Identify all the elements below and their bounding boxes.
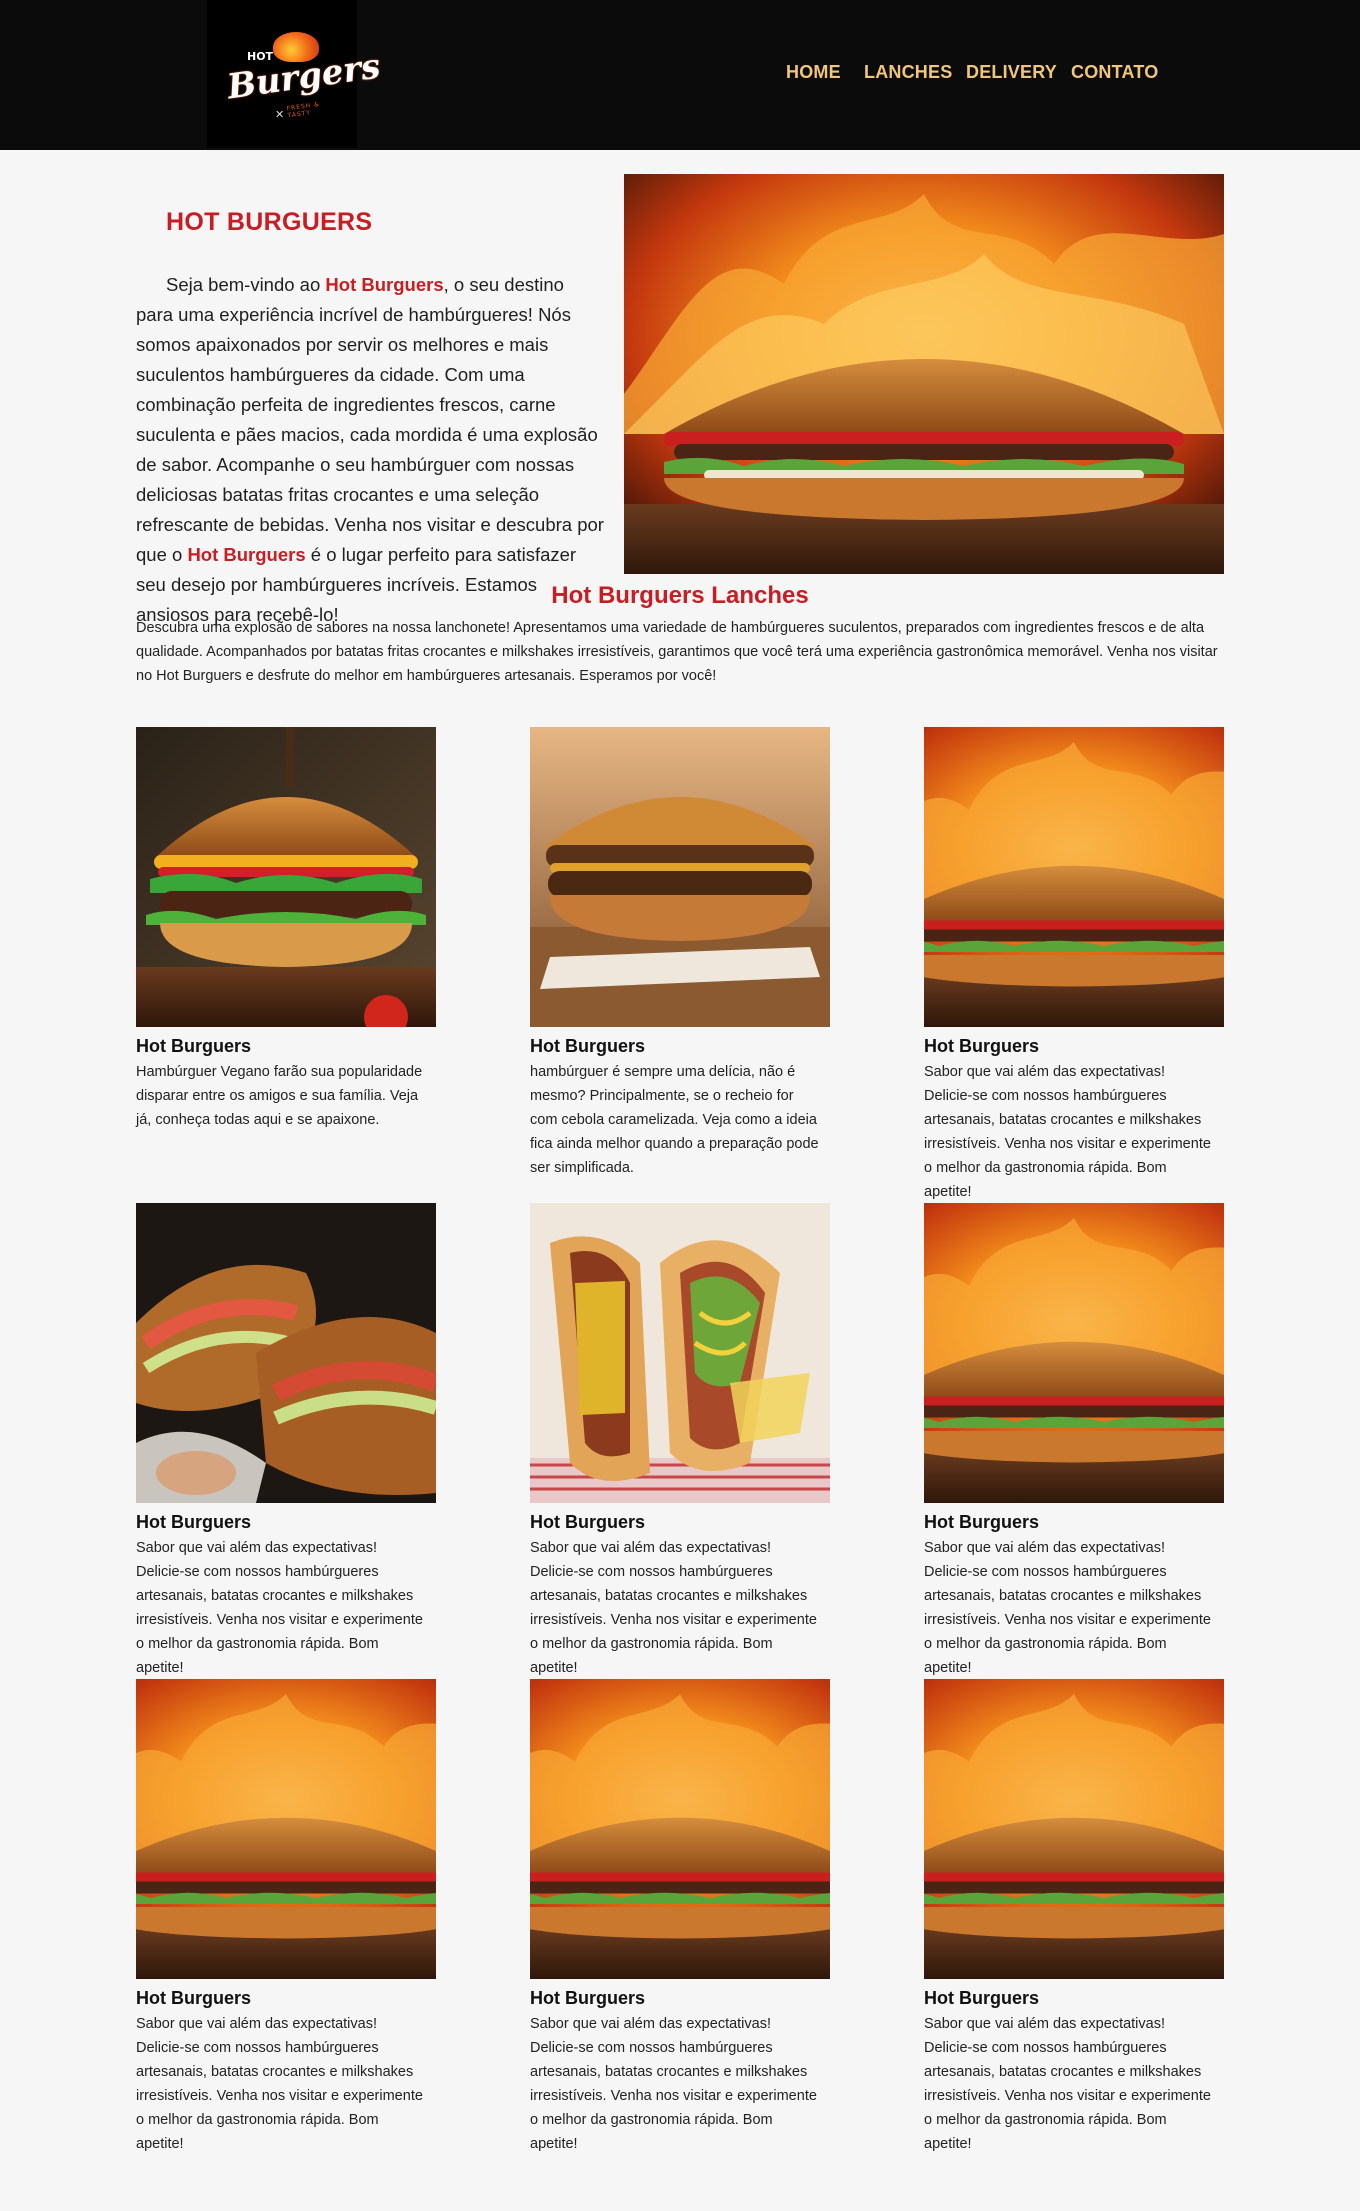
card-description: Sabor que vai além das expectativas! Del… [530,1540,817,1676]
cheeseburger-photo [136,727,436,1027]
product-card[interactable]: Hot Burguers hambúrguer é sempre uma del… [530,727,830,1180]
card-description: hambúrguer é sempre uma delícia, não é m… [530,1064,819,1176]
card-description: Sabor que vai além das expectativas! Del… [924,1540,1211,1676]
product-card[interactable]: Hot Burguers Sabor que vai além das expe… [136,1679,436,2156]
card-title: Hot Burguers [136,1512,252,1532]
fire-burger-photo [530,1679,830,1979]
card-description: Sabor que vai além das expectativas! Del… [530,2016,817,2152]
intro-paragraph: Seja bem-vindo ao Hot Burguers, o seu de… [136,270,606,630]
intro-title: HOT BURGUERS [166,208,373,236]
card-description: Sabor que vai além das expectativas! Del… [136,2016,423,2152]
lanches-description: Descubra uma explosão de sabores na noss… [136,620,1218,684]
intro-brand-1: Hot Burguers [325,274,444,295]
product-card[interactable]: Hot Burguers Sabor que vai além das expe… [924,1679,1224,2156]
card-title: Hot Burguers [924,1512,1040,1532]
nav-delivery-link[interactable]: DELIVERY [966,62,1057,83]
product-card[interactable]: Hot Burguers Sabor que vai além das expe… [530,1203,830,1680]
logo-main-text: Burgers [224,46,383,108]
wrapped-burgers-photo [136,1203,436,1503]
fire-burger-photo [924,1679,1224,1979]
intro-brand-2: Hot Burguers [187,544,306,565]
fire-burger-photo [924,727,1224,1027]
product-card[interactable]: Hot Burguers Sabor que vai além das expe… [136,1203,436,1680]
card-title: Hot Burguers [924,1988,1040,2008]
product-card[interactable]: Hot Burguers Sabor que vai além das expe… [924,1203,1224,1680]
logo-graphic: HOT Burgers FRESH & TASTY ✕ [224,24,383,124]
logo-tagline: FRESH & TASTY [286,100,321,120]
card-description: Hambúrguer Vegano farão sua popularidade… [136,1064,423,1128]
product-card[interactable]: Hot Burguers Sabor que vai além das expe… [530,1679,830,2156]
classic-burger-photo [530,727,830,1027]
card-title: Hot Burguers [136,1036,252,1056]
card-title: Hot Burguers [924,1036,1040,1056]
card-description: Sabor que vai além das expectativas! Del… [136,1540,423,1676]
brand-logo[interactable]: HOT Burgers FRESH & TASTY ✕ [207,0,383,148]
card-description: Sabor que vai além das expectativas! Del… [924,1064,1211,1200]
nav-contato-link[interactable]: CONTATO [1071,62,1158,83]
intro-text-1: Seja bem-vindo ao [166,274,326,295]
fire-burger-photo [924,1203,1224,1503]
card-title: Hot Burguers [530,1512,646,1532]
card-description: Sabor que vai além das expectativas! Del… [924,2016,1211,2152]
nav-lanches-link[interactable]: LANCHES [864,62,952,83]
product-card[interactable]: Hot Burguers Hambúrguer Vegano farão sua… [136,727,436,1132]
fork-knife-icon: ✕ [275,108,285,121]
intro-text-2: , o seu destino para uma experiência inc… [136,274,604,565]
fire-burger-photo [136,1679,436,1979]
hero-fire-burger-image [624,174,1224,574]
card-title: Hot Burguers [136,1988,252,2008]
site-header: HOT Burgers FRESH & TASTY ✕ HOME LANCHES… [0,0,1360,150]
product-card[interactable]: Hot Burguers Sabor que vai além das expe… [924,727,1224,1204]
nav-home-link[interactable]: HOME [786,62,841,83]
lanches-title: Hot Burguers Lanches [551,582,809,609]
card-title: Hot Burguers [530,1988,646,2008]
hotdogs-photo [530,1203,830,1503]
card-title: Hot Burguers [530,1036,646,1056]
